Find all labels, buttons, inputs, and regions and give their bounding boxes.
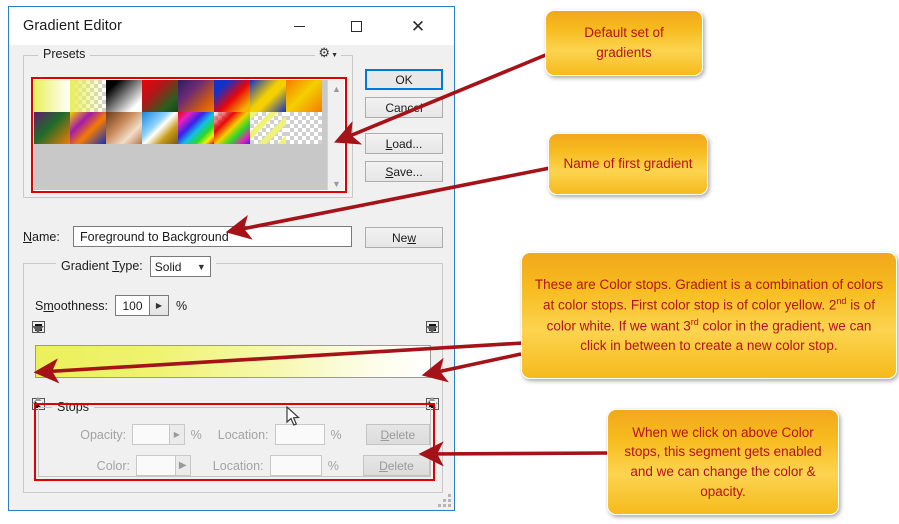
preset-swatch-yellow-violet-orange-blue[interactable] [70,112,106,144]
load-button[interactable]: Load... [365,133,443,154]
minimize-icon[interactable] [277,7,321,45]
preset-swatch-chrome[interactable] [142,112,178,144]
preset-swatch-blue-yellow-blue[interactable] [250,80,286,112]
gradient-name-input[interactable]: Foreground to Background [73,226,352,247]
opacity-percent: % [190,427,202,442]
preset-swatch-transparent-rainbow[interactable] [214,112,250,144]
stops-legend: Stops [52,400,94,414]
gradient-type-row: Gradient Type: Solid ▼ [56,255,216,277]
delete-opacity-stop-button[interactable]: Delete [365,424,430,445]
name-label: Name: [23,230,60,244]
preset-swatch-grid [34,80,322,144]
preset-swatch-spectrum[interactable] [178,112,214,144]
smoothness-row: Smoothness: 100 ▶ % [35,295,187,316]
stops-group: Stops Opacity: ▶ % Location: % Delete Co… [38,400,431,477]
new-button[interactable]: New [365,227,443,248]
cancel-button[interactable]: Cancel [365,97,443,118]
presets-legend: Presets [38,47,91,61]
window-title: Gradient Editor [23,18,123,34]
preset-swatch-checkerboard[interactable] [286,112,322,144]
color-swatch-input[interactable] [136,455,176,476]
gradient-settings-group: Gradient Type: Solid ▼ Smoothness: 100 ▶… [23,255,443,493]
smoothness-spinner[interactable]: ▶ [148,295,169,316]
smoothness-input[interactable]: 100 [114,295,149,316]
callout-text: Name of first gradient [563,156,693,172]
chevron-up-icon[interactable]: ▲ [328,80,344,97]
close-icon[interactable]: ✕ [396,7,440,45]
gradient-type-select[interactable]: Solid ▼ [149,256,211,277]
color-stop-left[interactable] [32,380,45,410]
preset-swatch-black-white[interactable] [106,80,142,112]
color-picker-arrow[interactable]: ▶ [175,455,191,476]
preset-swatch-foreground-to-background[interactable] [34,80,70,112]
save-button[interactable]: Save... [365,161,443,182]
opacity-location-label: Location: [217,427,269,442]
preset-swatch-blue-red-yellow[interactable] [214,80,250,112]
callout-stops-segment-explanation: When we click on above Color stops, this… [607,409,839,515]
opacity-stop-row: Opacity: ▶ % Location: % Delete [39,424,430,445]
opacity-spinner[interactable]: ▶ [170,424,185,445]
smoothness-percent: % [175,298,188,313]
callout-text: When we click on above Color stops, this… [624,424,822,499]
color-location-label: Location: [212,458,264,473]
preset-swatch-orange-yellow-orange[interactable] [286,80,322,112]
opacity-location-percent: % [330,427,342,442]
gradient-type-label: Gradient Type: [61,258,143,273]
gradient-preview-bar[interactable] [35,345,431,378]
preset-swatch-red-green[interactable] [142,80,178,112]
delete-color-stop-button[interactable]: Delete [362,455,430,476]
chevron-down-icon: ▼ [196,261,206,272]
ok-button[interactable]: OK [365,69,443,90]
callout-text: These are Color stops. Gradient is a com… [534,276,884,354]
resize-grip[interactable] [438,494,451,507]
maximize-icon[interactable] [334,7,378,45]
preset-swatch-foreground-to-transparent[interactable] [70,80,106,112]
presets-list[interactable]: ▲ ▼ [33,79,345,191]
color-location-percent: % [327,458,339,473]
color-stop-row: Color: ▶ Location: % Delete [39,455,430,476]
opacity-location-input[interactable] [274,424,325,445]
presets-scrollbar[interactable]: ▲ ▼ [327,80,344,190]
preset-swatch-transparent-stripes[interactable] [250,112,286,144]
color-stop-right[interactable] [426,380,439,410]
color-label: Color: [96,458,131,473]
opacity-stop-left[interactable] [32,321,45,350]
opacity-stop-right[interactable] [426,321,439,350]
opacity-label: Opacity: [80,427,127,442]
color-location-input[interactable] [269,455,322,476]
opacity-input[interactable] [132,424,171,445]
mouse-cursor [286,406,300,426]
preset-swatch-violet-orange[interactable] [178,80,214,112]
callout-text: Default set of gradients [584,25,664,60]
chevron-down-icon[interactable]: ▼ [328,175,344,190]
callout-color-stops-explanation: These are Color stops. Gradient is a com… [521,252,897,379]
gradient-editor-dialog: Gradient Editor ✕ Presets ⚙ ▼ ▲ ▼ OK Canc… [8,6,455,511]
gear-icon[interactable]: ⚙ ▼ [315,46,341,59]
title-bar: Gradient Editor ✕ [9,7,454,45]
callout-default-set-of-gradients: Default set of gradients [545,10,703,76]
smoothness-label: Smoothness: [35,298,108,313]
callout-name-of-first-gradient: Name of first gradient [548,133,708,195]
preset-swatch-violet-green-orange[interactable] [34,112,70,144]
gradient-type-value: Solid [154,259,182,274]
preset-swatch-copper[interactable] [106,112,142,144]
